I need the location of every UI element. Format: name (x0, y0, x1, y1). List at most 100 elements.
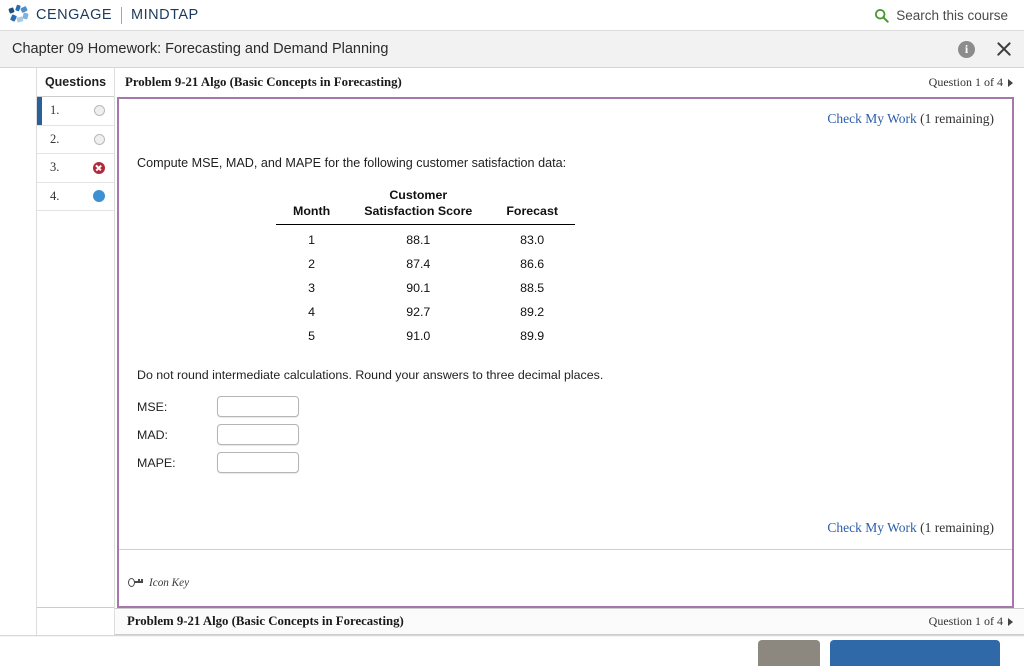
search-label: Search this course (896, 8, 1008, 23)
left-gutter (0, 68, 37, 635)
data-table-wrapper: Month Customer Satisfaction Score Foreca… (129, 186, 1002, 348)
footer-question-nav-label: Question 1 of 4 (929, 614, 1003, 629)
close-icon (994, 39, 1014, 59)
answer-label-mse: MSE: (137, 400, 217, 414)
satisfaction-data-table: Month Customer Satisfaction Score Foreca… (276, 186, 575, 348)
question-number: 4. (50, 189, 59, 204)
table-head: Month Customer Satisfaction Score Foreca… (276, 186, 575, 225)
footer-status-bar: Problem 9-21 Algo (Basic Concepts in For… (115, 608, 1024, 635)
icon-key-label: Icon Key (149, 577, 189, 589)
search-course-button[interactable]: Search this course (874, 8, 1014, 23)
table-row: 2 87.4 86.6 (276, 252, 575, 276)
question-number: 3. (50, 160, 59, 175)
answer-label-mape: MAPE: (137, 456, 217, 470)
sidebar-item-question-1[interactable]: 1. (37, 97, 114, 126)
secondary-action-button[interactable] (758, 640, 820, 666)
questions-sidebar: Questions 1. 2. 3. 4. (37, 68, 115, 635)
footer-action-bar (0, 635, 1024, 637)
cell-month: 3 (276, 276, 347, 300)
brand-divider (121, 7, 122, 24)
close-button[interactable] (994, 39, 1014, 59)
question-panel: Check My Work (1 remaining) Compute MSE,… (117, 97, 1014, 608)
column-header-satisfaction-score: Customer Satisfaction Score (347, 186, 489, 225)
check-my-work-bottom-row: Check My Work (1 remaining) (129, 520, 1002, 545)
cell-score: 91.0 (347, 324, 489, 348)
body-bottom-spacer (129, 480, 1002, 520)
brand-bar: CENGAGE MINDTAP Search this course (0, 0, 1024, 31)
footer-buttons (758, 640, 1000, 666)
primary-action-button[interactable] (830, 640, 1000, 666)
cell-forecast: 88.5 (489, 276, 575, 300)
status-badge-unanswered (94, 134, 105, 145)
search-icon (874, 8, 889, 23)
column-header-month: Month (276, 186, 347, 225)
table-row: 5 91.0 89.9 (276, 324, 575, 348)
info-icon: i (958, 41, 975, 58)
cell-month: 2 (276, 252, 347, 276)
column-header-forecast-label: Forecast (506, 203, 558, 219)
answer-label-mad: MAD: (137, 428, 217, 442)
check-my-work-bottom: Check My Work (1 remaining) (827, 520, 994, 536)
check-my-work-top: Check My Work (1 remaining) (827, 111, 994, 127)
brand-name: CENGAGE (36, 7, 112, 23)
cengage-logo-icon (8, 5, 30, 25)
icon-key-button[interactable]: Icon Key (119, 550, 1012, 606)
questions-sidebar-footer (37, 607, 114, 635)
chevron-right-icon (1008, 79, 1013, 87)
sidebar-item-question-4[interactable]: 4. (37, 183, 114, 212)
answer-row-mse: MSE: (137, 396, 1002, 417)
brand-wordmark: CENGAGE MINDTAP (36, 7, 199, 24)
question-prompt: Compute MSE, MAD, and MAPE for the follo… (137, 156, 1002, 170)
question-nav-label: Question 1 of 4 (929, 75, 1003, 90)
check-my-work-link-top[interactable]: Check My Work (827, 111, 916, 126)
column-header-line-2: Satisfaction Score (364, 203, 472, 219)
questions-header: Questions (37, 68, 114, 97)
check-my-work-remaining-top: (1 remaining) (920, 111, 994, 126)
table-body: 1 88.1 83.0 2 87.4 86.6 3 90 (276, 225, 575, 349)
cell-forecast: 89.9 (489, 324, 575, 348)
table-row: 1 88.1 83.0 (276, 225, 575, 253)
cell-month: 1 (276, 225, 347, 253)
brand-product: MINDTAP (131, 7, 199, 23)
footer-question-nav-next[interactable]: Question 1 of 4 (929, 614, 1013, 629)
info-button[interactable]: i (958, 41, 994, 58)
assignment-title: Chapter 09 Homework: Forecasting and Dem… (12, 41, 388, 57)
mse-input[interactable] (217, 396, 299, 417)
selection-indicator (37, 97, 42, 125)
cell-forecast: 86.6 (489, 252, 575, 276)
workspace: Questions 1. 2. 3. 4. Problem 9-21 Algo … (0, 68, 1024, 635)
cell-score: 87.4 (347, 252, 489, 276)
cell-score: 90.1 (347, 276, 489, 300)
table-header-row: Month Customer Satisfaction Score Foreca… (276, 186, 575, 225)
status-badge-in-progress (93, 190, 105, 202)
sidebar-item-question-3[interactable]: 3. (37, 154, 114, 183)
cell-score: 92.7 (347, 300, 489, 324)
questions-sidebar-filler (37, 211, 114, 607)
mad-input[interactable] (217, 424, 299, 445)
question-number: 2. (50, 132, 59, 147)
cell-forecast: 89.2 (489, 300, 575, 324)
mape-input[interactable] (217, 452, 299, 473)
question-nav-next[interactable]: Question 1 of 4 (929, 75, 1013, 90)
rounding-instruction: Do not round intermediate calculations. … (137, 368, 1002, 382)
question-number: 1. (50, 103, 59, 118)
cell-month: 4 (276, 300, 347, 324)
answer-row-mape: MAPE: (137, 452, 1002, 473)
check-my-work-link-bottom[interactable]: Check My Work (827, 520, 916, 535)
column-header-line-1: Customer (364, 187, 472, 203)
table-row: 3 90.1 88.5 (276, 276, 575, 300)
status-badge-unanswered (94, 105, 105, 116)
question-main-column: Problem 9-21 Algo (Basic Concepts in For… (115, 68, 1024, 635)
answer-fields: MSE: MAD: MAPE: (137, 396, 1002, 473)
question-body: Check My Work (1 remaining) Compute MSE,… (119, 99, 1012, 549)
check-my-work-top-row: Check My Work (1 remaining) (129, 99, 1002, 127)
cell-month: 5 (276, 324, 347, 348)
problem-title: Problem 9-21 Algo (Basic Concepts in For… (125, 75, 402, 90)
status-badge-incorrect (93, 162, 105, 174)
cell-forecast: 83.0 (489, 225, 575, 253)
chevron-right-icon (1008, 618, 1013, 626)
answer-row-mad: MAD: (137, 424, 1002, 445)
key-icon (128, 578, 143, 587)
sidebar-item-question-2[interactable]: 2. (37, 126, 114, 155)
check-my-work-remaining-bottom: (1 remaining) (920, 520, 994, 535)
